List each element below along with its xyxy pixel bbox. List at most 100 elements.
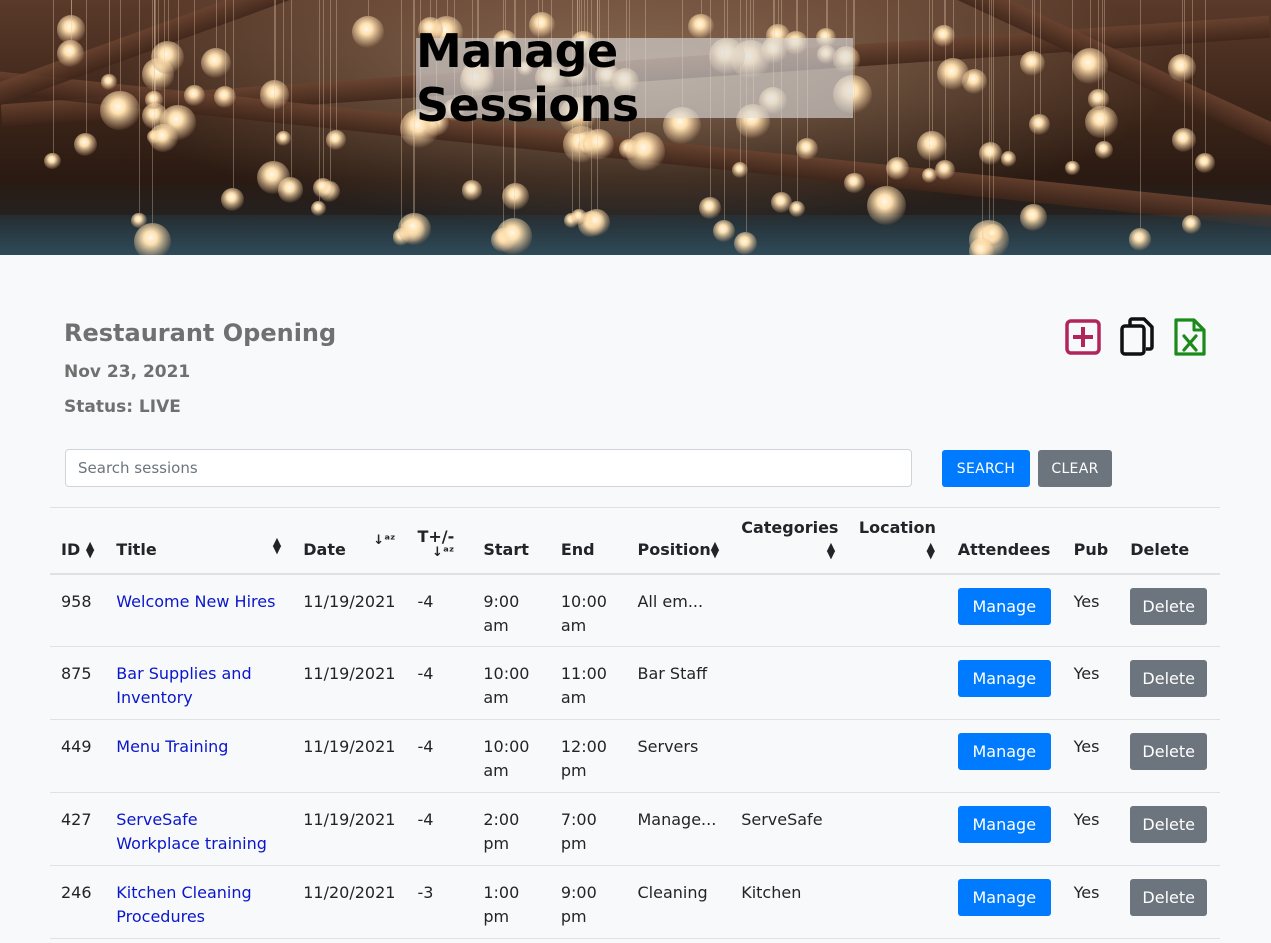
sort-icon[interactable]: ▲ ▼ (926, 541, 934, 560)
cell-categories (730, 573, 848, 647)
cell-location (847, 573, 947, 647)
cell-date: 11/19/2021 (292, 573, 407, 647)
copy-icon (1120, 317, 1154, 356)
session-name: Restaurant Opening (64, 319, 337, 347)
cell-title: Bar Supplies and Inventory (105, 646, 293, 720)
cell-categories: Kitchen (730, 865, 848, 939)
cell-manage: Manage (946, 865, 1063, 939)
cell-categories (730, 719, 848, 793)
cell-text-end: 9:00 pm (560, 883, 597, 926)
search-input[interactable] (65, 449, 912, 487)
cell-title: ServeSafe Workplace training (105, 792, 293, 866)
manage-attendees-button[interactable]: Manage (957, 806, 1051, 843)
cell-pub: Yes (1062, 573, 1120, 647)
cell-text-start: 10:00 am (483, 737, 530, 780)
cell-text-id: 449 (61, 737, 92, 756)
cell-end: 10:00 am (549, 573, 627, 647)
sort-icon[interactable]: ▲ ▼ (86, 540, 94, 559)
session-title-link[interactable]: Kitchen Cleaning Procedures (116, 883, 251, 926)
cell-delete: Delete (1119, 865, 1220, 939)
cell-id: 427 (50, 792, 106, 866)
page-title: Manage Sessions (416, 24, 639, 132)
cell-delete: Delete (1119, 646, 1220, 720)
column-header-t-offset[interactable]: T+/- ↓ᵃᶻ (406, 507, 473, 575)
cell-text-start: 1:00 pm (483, 883, 520, 926)
column-header-end: End (549, 507, 627, 575)
add-session-button[interactable] (1064, 317, 1102, 357)
delete-session-button[interactable]: Delete (1130, 879, 1208, 916)
cell-title: Kitchen Cleaning Procedures (105, 865, 293, 939)
cell-manage: Manage (946, 573, 1063, 647)
column-header-label: Location (858, 517, 936, 537)
column-header-label: Categories (741, 517, 839, 537)
cell-text-date: 11/19/2021 (303, 810, 396, 829)
column-header-title[interactable]: Title ▲ ▼ (105, 507, 293, 575)
session-date: Nov 23, 2021 (64, 362, 191, 382)
cell-text-pub: Yes (1073, 664, 1100, 683)
cell-location (847, 646, 947, 720)
manage-attendees-button[interactable]: Manage (957, 733, 1051, 770)
plus-square-icon (1065, 319, 1101, 355)
cell-location (847, 719, 947, 793)
cell-date: 11/19/2021 (292, 792, 407, 866)
cell-pub: Yes (1062, 865, 1120, 939)
manage-attendees-button[interactable]: Manage (957, 660, 1051, 697)
table-body: 958 Welcome New Hires 11/19/2021 -4 9:00 am 1… (50, 573, 1220, 939)
cell-start: 2:00 pm (472, 792, 550, 866)
cell-text-id: 246 (61, 883, 92, 902)
cell-start: 9:00 am (472, 573, 550, 647)
cell-text-id: 427 (61, 810, 92, 829)
cell-position: Cleaning (626, 865, 731, 939)
column-header-label: Date (303, 539, 346, 559)
cell-text-date: 11/20/2021 (303, 883, 396, 902)
column-header-pub: Pub (1062, 507, 1120, 575)
sort-icon[interactable]: ▲ ▼ (827, 541, 835, 560)
column-header-label: Title (116, 539, 157, 559)
cell-end: 11:00 am (549, 646, 627, 720)
cell-text-pub: Yes (1073, 737, 1100, 756)
copy-sessions-button[interactable] (1118, 317, 1156, 357)
cell-position: Servers (626, 719, 731, 793)
cell-text-position: All em... (637, 591, 704, 611)
sort-ascending-icon[interactable]: ↓ᵃᶻ (373, 534, 395, 547)
session-title-link[interactable]: Menu Training (116, 737, 228, 756)
column-header-categories[interactable]: Categories ▲ ▼ (730, 507, 848, 575)
delete-session-button[interactable]: Delete (1130, 660, 1208, 697)
export-excel-button[interactable] (1171, 317, 1209, 357)
delete-session-button[interactable]: Delete (1130, 806, 1208, 843)
cell-id: 246 (50, 865, 106, 939)
sort-ascending-icon[interactable]: ↓ᵃᶻ (432, 546, 454, 559)
cell-pub: Yes (1062, 646, 1120, 720)
column-header-label: Position (637, 539, 711, 559)
delete-session-button[interactable]: Delete (1130, 587, 1208, 625)
cell-delete: Delete (1119, 719, 1220, 793)
column-header-location[interactable]: Location ▲ ▼ (847, 507, 947, 575)
column-header-label: Pub (1073, 539, 1109, 559)
cell-id: 875 (50, 646, 106, 720)
manage-attendees-button[interactable]: Manage (957, 587, 1051, 625)
cell-text-end: 12:00 pm (560, 737, 607, 780)
cell-text-end: 7:00 pm (560, 810, 597, 853)
session-title-link[interactable]: Welcome New Hires (116, 592, 275, 611)
sort-icon[interactable]: ▲ ▼ (273, 536, 281, 555)
cell-text-t: -4 (417, 737, 434, 756)
cell-text-t: -3 (417, 883, 434, 902)
cell-manage: Manage (946, 646, 1063, 720)
delete-session-button[interactable]: Delete (1130, 733, 1208, 770)
cell-date: 11/19/2021 (292, 719, 407, 793)
column-header-id[interactable]: ID ▲ ▼ (50, 507, 106, 575)
cell-text-pub: Yes (1073, 810, 1100, 829)
sort-icon[interactable]: ▲ ▼ (711, 540, 719, 559)
cell-text-t: -4 (417, 664, 434, 683)
column-header-delete: Delete (1119, 507, 1220, 575)
column-header-date[interactable]: Date ↓ᵃᶻ (292, 507, 407, 575)
manage-attendees-button[interactable]: Manage (957, 879, 1051, 916)
column-header-position[interactable]: Position▲ ▼ (626, 507, 731, 575)
cell-end: 7:00 pm (549, 792, 627, 866)
clear-button[interactable]: CLEAR (1038, 450, 1112, 487)
session-title-link[interactable]: Bar Supplies and Inventory (116, 664, 251, 707)
search-button[interactable]: SEARCH (942, 450, 1030, 487)
session-title-link[interactable]: ServeSafe Workplace training (116, 810, 267, 853)
hero-title-box: Manage Sessions (416, 24, 853, 132)
cell-text-categories: ServeSafe (741, 810, 823, 829)
